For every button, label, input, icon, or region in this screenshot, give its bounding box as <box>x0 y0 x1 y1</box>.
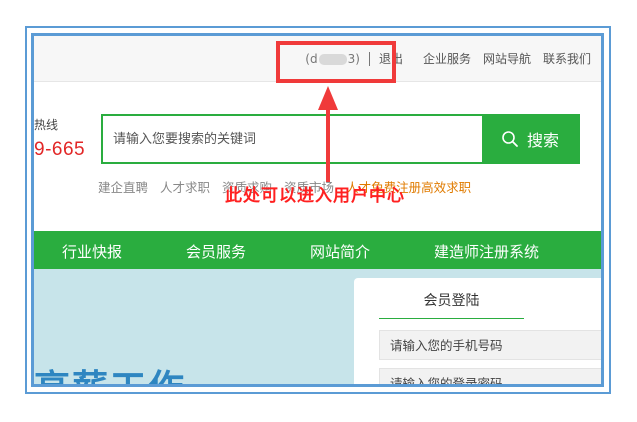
search-icon <box>501 130 519 148</box>
nav-member-service[interactable]: 会员服务 <box>186 241 246 262</box>
page-canvas: (d3) 退出 企业服务 网站导航 联系我们 热线 9-665 搜索 <box>34 36 601 384</box>
phone-field[interactable] <box>379 330 601 360</box>
main-nav: 行业快报 会员服务 网站简介 建造师注册系统 <box>34 231 601 269</box>
enterprise-service-link[interactable]: 企业服务 <box>423 50 471 67</box>
user-center-highlight-box <box>276 41 396 83</box>
banner-headline: 高薪工作 <box>34 359 186 384</box>
search-button[interactable]: 搜索 <box>482 116 578 162</box>
login-title: 会员登陆 <box>379 290 524 319</box>
hotline-label: 热线 <box>34 118 59 132</box>
hotline-number: 9-665 <box>34 139 86 160</box>
hot-tag[interactable]: 建企直聘 <box>98 177 148 196</box>
nav-site-intro[interactable]: 网站简介 <box>310 241 370 262</box>
screenshot-frame: (d3) 退出 企业服务 网站导航 联系我们 热线 9-665 搜索 <box>31 33 604 387</box>
search-button-label: 搜索 <box>526 131 559 150</box>
nav-industry-news[interactable]: 行业快报 <box>62 241 122 262</box>
login-panel: 会员登陆 <box>354 278 601 384</box>
contact-us-link[interactable]: 联系我们 <box>543 50 591 67</box>
nav-constructor-registration[interactable]: 建造师注册系统 <box>434 241 539 262</box>
hot-tag[interactable]: 人才求职 <box>160 177 210 196</box>
password-field[interactable] <box>379 368 601 384</box>
site-navigation-link[interactable]: 网站导航 <box>483 50 531 67</box>
search-input[interactable] <box>103 116 482 162</box>
annotation-text: 此处可以进入用户中心 <box>225 186 405 206</box>
search-bar: 搜索 <box>101 114 580 164</box>
